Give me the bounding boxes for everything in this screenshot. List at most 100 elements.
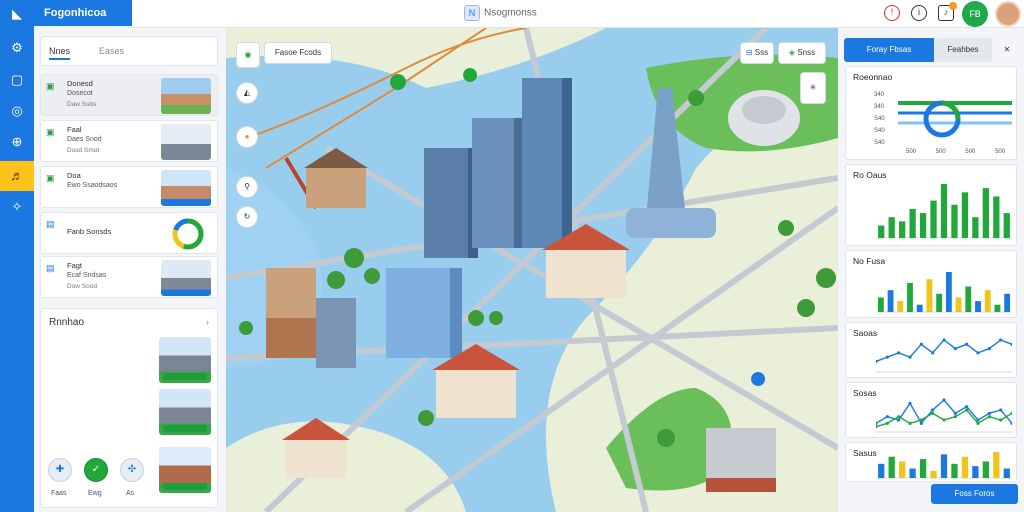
- progress-ring: [172, 218, 204, 250]
- tick-label: S40: [874, 128, 885, 134]
- bar: [936, 293, 943, 312]
- tick-label: 340: [874, 92, 885, 98]
- tab-eases[interactable]: Eases: [99, 46, 124, 56]
- bar: [1004, 293, 1011, 312]
- layers-label: Snss: [797, 48, 816, 57]
- item-subtitle: Daes Snod: [67, 136, 102, 143]
- left-panel: Nnes Eases ▣ Donesd Dosecot Daw Ssbs ▣ F…: [34, 28, 226, 512]
- gallery-thumbnail[interactable]: [159, 447, 211, 493]
- item-thumbnail: [161, 170, 211, 206]
- bar: [965, 286, 972, 312]
- bar: [930, 200, 937, 238]
- item-meta: Dow Sood: [67, 283, 97, 290]
- refresh-icon[interactable]: ↻: [236, 206, 258, 228]
- item-thumbnail: [161, 124, 211, 160]
- tools-icon[interactable]: ✧: [7, 197, 27, 217]
- compass-icon[interactable]: ◎: [7, 101, 27, 121]
- document-icon[interactable]: ▢: [7, 70, 27, 90]
- tab-secondary[interactable]: Feahbes: [934, 38, 992, 62]
- bar: [945, 272, 952, 312]
- compass-button[interactable]: ✳: [800, 72, 826, 104]
- thumbnail-label: [163, 425, 207, 432]
- map-search-box[interactable]: Fasoe Fcods: [264, 42, 332, 64]
- globe-icon[interactable]: ⊕: [7, 132, 27, 152]
- check-icon[interactable]: ✓: [84, 458, 108, 482]
- chart-card: Saoas: [845, 322, 1017, 378]
- logo-icon: ◣: [12, 6, 22, 21]
- app-title-text: Nsogmonss: [484, 7, 537, 19]
- item-meta: Dosd Smot: [67, 147, 100, 154]
- data-point: [987, 346, 991, 351]
- data-point: [987, 415, 991, 419]
- close-icon[interactable]: ✕: [994, 38, 1020, 62]
- bar: [961, 456, 969, 478]
- primary-action-button[interactable]: Foss Foros: [931, 484, 1018, 504]
- panel-tabs: Nnes Eases: [40, 36, 218, 66]
- layers-button[interactable]: ◈ Snss: [778, 42, 826, 64]
- bar: [940, 454, 948, 478]
- map-canvas[interactable]: [226, 28, 838, 512]
- item-title: Donesd: [67, 79, 93, 88]
- tab-primary[interactable]: Foray Fbsas: [844, 38, 934, 62]
- bar: [951, 463, 958, 478]
- data-point: [953, 415, 957, 419]
- tab-nnes[interactable]: Nnes: [49, 46, 71, 60]
- list-item[interactable]: ▣ Donesd Dosecot Daw Ssbs: [40, 74, 218, 116]
- settings-icon[interactable]: ⚙: [7, 38, 27, 58]
- data-point: [931, 411, 935, 415]
- info-icon[interactable]: i: [911, 5, 927, 21]
- gallery-thumbnail[interactable]: [159, 389, 211, 435]
- item-subtitle: Ecaf Sndsas: [67, 272, 107, 279]
- action-label: Faas: [51, 490, 67, 497]
- data-point: [965, 405, 969, 409]
- pin-icon[interactable]: ✚: [48, 458, 72, 482]
- building-icon: ▣: [46, 81, 55, 91]
- card-title: Sosas: [853, 388, 877, 398]
- list-item[interactable]: ▤ Fagt Ecaf Sndsas Dow Sood: [40, 256, 218, 298]
- right-panel: Foray Fbsas Feahbes ✕ Roeonnao 340 340 S…: [838, 28, 1024, 512]
- bar: [887, 290, 894, 312]
- profile-avatar[interactable]: [995, 1, 1021, 27]
- data-point: [953, 346, 957, 351]
- item-title: Fanb Sonsds: [67, 227, 112, 236]
- bar: [994, 304, 1001, 312]
- user-initials-avatar[interactable]: FB: [962, 1, 988, 27]
- data-point: [919, 342, 923, 346]
- list-item[interactable]: ▣ Doa Ewo Ssaodsaos: [40, 166, 218, 208]
- list-item[interactable]: ▤ Fanb Sonsds: [40, 212, 218, 254]
- city-map[interactable]: ◉ Fasoe Fcods ◭ ● ⚲ ↻ ⊟ Sss ◈ Snss ✳: [226, 28, 838, 512]
- building-icon: ▣: [46, 173, 55, 183]
- data-point: [953, 411, 957, 415]
- nav-rail: ◣ ⚙ ▢ ◎ ⊕ ♬ ✧: [0, 0, 34, 512]
- person-icon[interactable]: ⚲: [236, 176, 258, 198]
- data-point: [908, 401, 912, 405]
- tick-label: S40: [874, 140, 885, 146]
- bar: [888, 456, 895, 478]
- item-title: Faal: [67, 125, 82, 134]
- filter-button[interactable]: ⊟ Sss: [740, 42, 774, 64]
- data-point: [885, 421, 889, 425]
- item-thumbnail: [161, 260, 211, 296]
- navigate-icon[interactable]: ◭: [236, 82, 258, 104]
- location-pin-icon[interactable]: ◉: [236, 42, 260, 68]
- bar: [984, 290, 991, 312]
- share-icon[interactable]: ✣: [120, 458, 144, 482]
- action-label: As: [126, 490, 135, 497]
- data-point: [987, 411, 991, 415]
- map-icon[interactable]: ♬: [0, 161, 34, 191]
- poi-icon[interactable]: ●: [236, 126, 258, 148]
- chevron-right-icon[interactable]: ›: [206, 317, 209, 327]
- alert-icon[interactable]: !: [884, 5, 900, 21]
- top-bar: N Nsogmonss ! i ♪: [132, 0, 1024, 28]
- bar: [878, 463, 885, 478]
- tick-label: 340: [874, 104, 885, 110]
- card-title: Roeonnao: [853, 72, 893, 82]
- bar: [972, 466, 979, 478]
- line-chart: [876, 338, 1012, 373]
- list-item[interactable]: ▣ Faal Daes Snod Dosd Smot: [40, 120, 218, 162]
- tick-label: 500: [995, 149, 1006, 155]
- item-subtitle: Dosecot: [67, 90, 93, 97]
- item-title: Doa: [67, 171, 81, 180]
- gallery-thumbnail[interactable]: [159, 337, 211, 383]
- bar: [930, 470, 937, 478]
